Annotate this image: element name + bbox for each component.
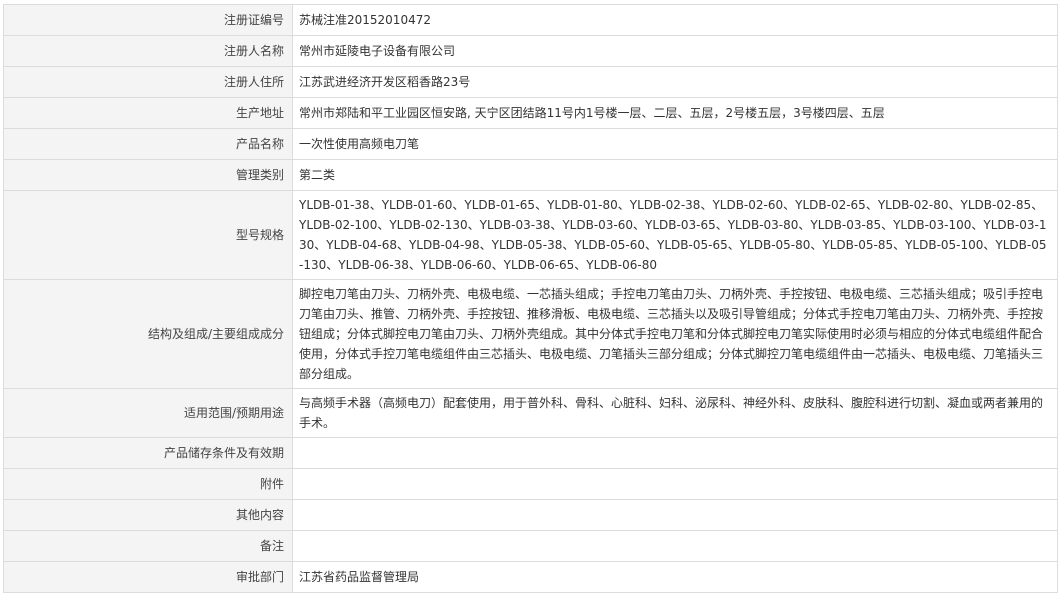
table-row: 适用范围/预期用途 与高频手术器（高频电刀）配套使用，用于普外科、骨科、心脏科、… <box>3 388 1058 438</box>
row-value: 苏械注准20152010472 <box>292 4 1058 36</box>
row-value <box>292 437 1058 469</box>
table-row: 型号规格 YLDB-01-38、YLDB-01-60、YLDB-01-65、YL… <box>3 190 1058 280</box>
row-value <box>292 530 1058 562</box>
row-label: 其他内容 <box>3 499 293 531</box>
table-row: 结构及组成/主要组成成分 脚控电刀笔由刀头、刀柄外壳、电极电缆、一芯插头组成；手… <box>3 279 1058 389</box>
table-row: 备注 <box>3 530 1058 562</box>
row-label: 审批部门 <box>3 561 293 593</box>
row-label: 备注 <box>3 530 293 562</box>
table-row: 审批部门 江苏省药品监督管理局 <box>3 561 1058 593</box>
row-label: 注册人名称 <box>3 35 293 67</box>
row-label: 产品储存条件及有效期 <box>3 437 293 469</box>
row-label: 生产地址 <box>3 97 293 129</box>
table-row: 产品名称 一次性使用高频电刀笔 <box>3 128 1058 160</box>
table-row: 附件 <box>3 468 1058 500</box>
row-label: 适用范围/预期用途 <box>3 388 293 438</box>
table-row: 注册人住所 江苏武进经济开发区稻香路23号 <box>3 66 1058 98</box>
row-value <box>292 499 1058 531</box>
row-label: 管理类别 <box>3 159 293 191</box>
row-value: 脚控电刀笔由刀头、刀柄外壳、电极电缆、一芯插头组成；手控电刀笔由刀头、刀柄外壳、… <box>292 279 1058 389</box>
row-value <box>292 468 1058 500</box>
row-label: 附件 <box>3 468 293 500</box>
row-label: 结构及组成/主要组成成分 <box>3 279 293 389</box>
table-row: 管理类别 第二类 <box>3 159 1058 191</box>
table-row: 其他内容 <box>3 499 1058 531</box>
row-label: 产品名称 <box>3 128 293 160</box>
row-value: 一次性使用高频电刀笔 <box>292 128 1058 160</box>
row-value: 常州市郑陆和平工业园区恒安路, 天宁区团结路11号内1号楼一层、二层、五层，2号… <box>292 97 1058 129</box>
row-value: 江苏武进经济开发区稻香路23号 <box>292 66 1058 98</box>
row-value: YLDB-01-38、YLDB-01-60、YLDB-01-65、YLDB-01… <box>292 190 1058 280</box>
row-value: 第二类 <box>292 159 1058 191</box>
row-label: 注册证编号 <box>3 4 293 36</box>
table-row: 注册证编号 苏械注准20152010472 <box>3 4 1058 36</box>
row-label: 型号规格 <box>3 190 293 280</box>
table-row: 注册人名称 常州市延陵电子设备有限公司 <box>3 35 1058 67</box>
registration-detail-table: 注册证编号 苏械注准20152010472 注册人名称 常州市延陵电子设备有限公… <box>3 4 1058 593</box>
row-value: 常州市延陵电子设备有限公司 <box>292 35 1058 67</box>
row-label: 注册人住所 <box>3 66 293 98</box>
table-row: 产品储存条件及有效期 <box>3 437 1058 469</box>
row-value: 江苏省药品监督管理局 <box>292 561 1058 593</box>
table-row: 生产地址 常州市郑陆和平工业园区恒安路, 天宁区团结路11号内1号楼一层、二层、… <box>3 97 1058 129</box>
row-value: 与高频手术器（高频电刀）配套使用，用于普外科、骨科、心脏科、妇科、泌尿科、神经外… <box>292 388 1058 438</box>
